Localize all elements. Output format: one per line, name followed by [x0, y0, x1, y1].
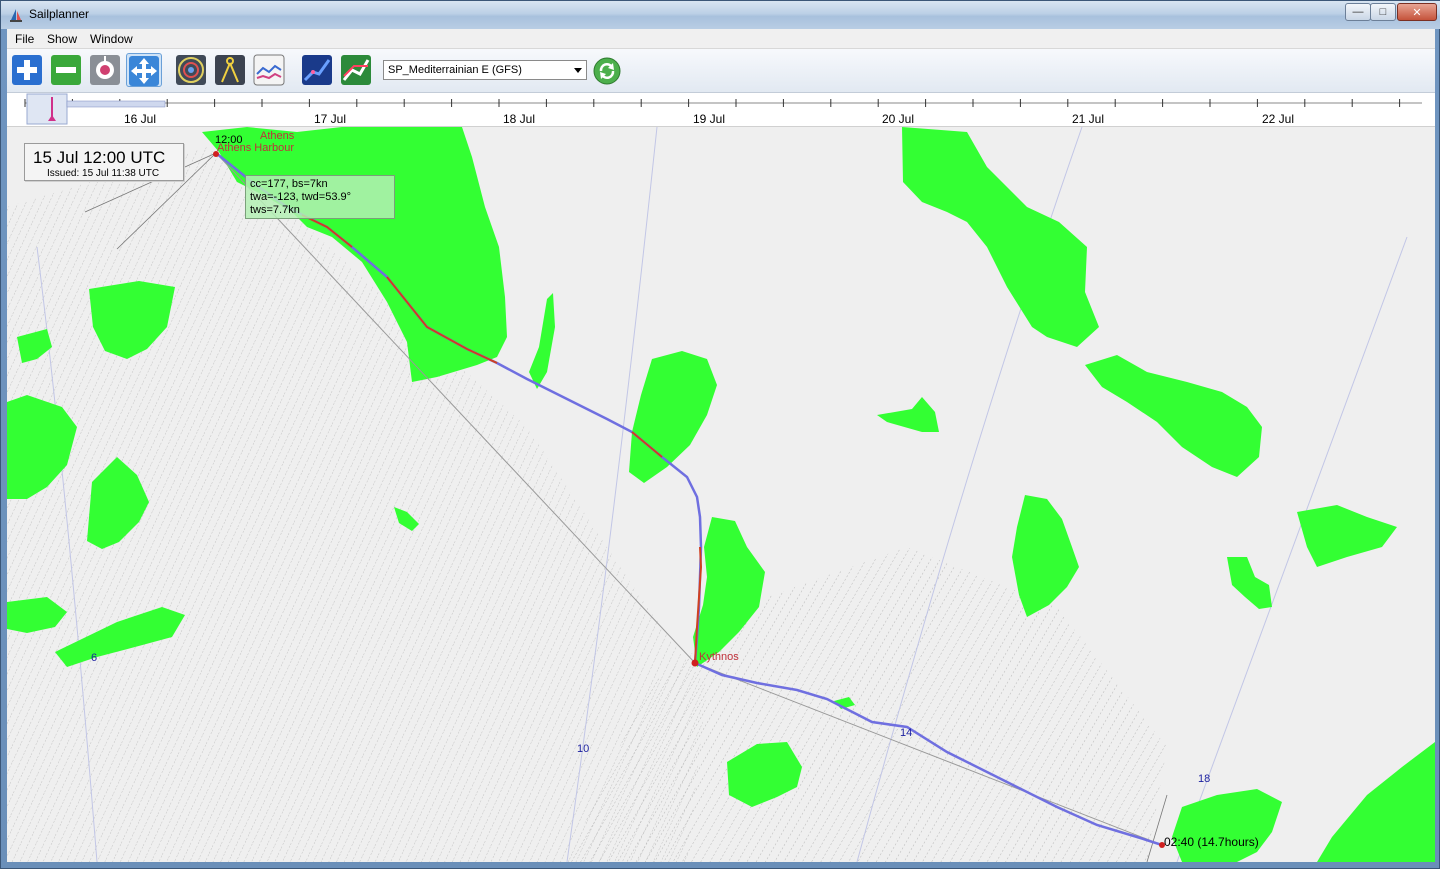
info-line-wind-angle: twa=-123, twd=53.9° [250, 191, 352, 203]
island-makronisos [529, 293, 555, 389]
timeline-label: 19 Jul [692, 112, 726, 126]
info-line-course: cc=177, bs=7kn [250, 178, 328, 190]
close-icon: ✕ [1412, 6, 1422, 19]
weather-model-value: SP_Mediterrainian E (GFS) [388, 64, 522, 76]
toolbar: SP_Mediterrainian E (GFS) [7, 49, 1435, 93]
info-line-wind-speed: tws=7.7kn [250, 204, 300, 216]
minimize-icon: — [1352, 6, 1364, 18]
app-icon [10, 9, 22, 22]
timeline-label: 17 Jul [313, 112, 347, 126]
start-place-label: Athens Harbour [217, 142, 295, 154]
close-button[interactable]: ✕ [1397, 3, 1437, 21]
title-bar[interactable]: Sailplanner — □ ✕ [1, 1, 1440, 29]
isobar-label: 6 [91, 652, 98, 664]
island-sifnos [1172, 789, 1282, 862]
route-compare-button[interactable] [340, 54, 372, 86]
timeline-window[interactable] [26, 93, 68, 125]
zoom-in-button[interactable] [11, 54, 43, 86]
route-compare-icon [341, 55, 371, 85]
island-gyaros [877, 397, 939, 432]
island-paros [1317, 742, 1435, 862]
menu-bar: File Show Window [7, 29, 1435, 49]
forecast-issued: Issued: 15 Jul 11:38 UTC [47, 168, 160, 179]
divider-button[interactable] [214, 54, 246, 86]
compass-divider-icon [215, 55, 245, 85]
forecast-time: 15 Jul 12:00 UTC [33, 148, 166, 167]
minus-icon [51, 55, 81, 85]
timeline-label: 20 Jul [881, 112, 915, 126]
island-mykonos [1297, 505, 1397, 567]
route-graph-button[interactable] [301, 54, 333, 86]
menu-file[interactable]: File [9, 31, 40, 47]
plus-icon [12, 55, 42, 85]
app-window: Sailplanner — □ ✕ File Show Window SP_Me… [0, 0, 1440, 869]
minimize-button[interactable]: — [1345, 3, 1371, 21]
start-city-label: Athens [260, 130, 295, 142]
location-button[interactable] [89, 54, 121, 86]
timeline[interactable]: 16 Jul 17 Jul 18 Jul 19 Jul 20 Jul 21 Ju… [7, 93, 1435, 127]
window-title: Sailplanner [29, 7, 90, 21]
map-canvas[interactable] [7, 127, 1435, 862]
weather-model-select[interactable]: SP_Mediterrainian E (GFS) [383, 60, 587, 80]
route-info-tooltip: cc=177, bs=7kn twa=-123, twd=53.9° tws=7… [245, 175, 395, 219]
target-icon [90, 55, 120, 85]
zoom-out-button[interactable] [50, 54, 82, 86]
isobar-label: 14 [900, 727, 913, 739]
maximize-icon: □ [1379, 6, 1387, 18]
forecast-time-box: 15 Jul 12:00 UTC Issued: 15 Jul 11:38 UT… [24, 143, 184, 181]
refresh-button[interactable] [593, 57, 621, 85]
waypoint-label: Kythnos [699, 651, 739, 663]
island-tinos [1085, 355, 1262, 477]
timeline-label: 21 Jul [1071, 112, 1105, 126]
forecast-range-bar [66, 100, 166, 108]
waypoint-marker[interactable] [691, 659, 699, 667]
wind-rose-button[interactable] [175, 54, 207, 86]
timeline-label: 18 Jul [502, 112, 536, 126]
end-time-label: 02:40 (14.7hours) [1164, 835, 1259, 849]
menu-window[interactable]: Window [84, 31, 139, 47]
chevron-down-icon [574, 68, 582, 73]
island-kea [629, 351, 717, 483]
route-graph-icon [302, 55, 332, 85]
island-andros [902, 127, 1099, 347]
maximize-button[interactable]: □ [1370, 3, 1396, 21]
island-syros [1012, 495, 1079, 617]
isobar-label: 10 [577, 743, 590, 755]
menu-show[interactable]: Show [41, 31, 83, 47]
wind-rose-icon [176, 55, 206, 85]
timeline-label: 16 Jul [123, 112, 157, 126]
island-delos [1227, 557, 1272, 609]
chart-button[interactable] [253, 54, 285, 86]
timeline-label: 22 Jul [1261, 112, 1295, 126]
map-view[interactable]: 15 Jul 12:00 UTC Issued: 15 Jul 11:38 UT… [7, 127, 1435, 862]
line-chart-icon [253, 54, 285, 86]
isobar-label: 18 [1198, 773, 1211, 785]
pan-arrows-icon [129, 56, 159, 86]
pan-button[interactable] [126, 53, 162, 87]
